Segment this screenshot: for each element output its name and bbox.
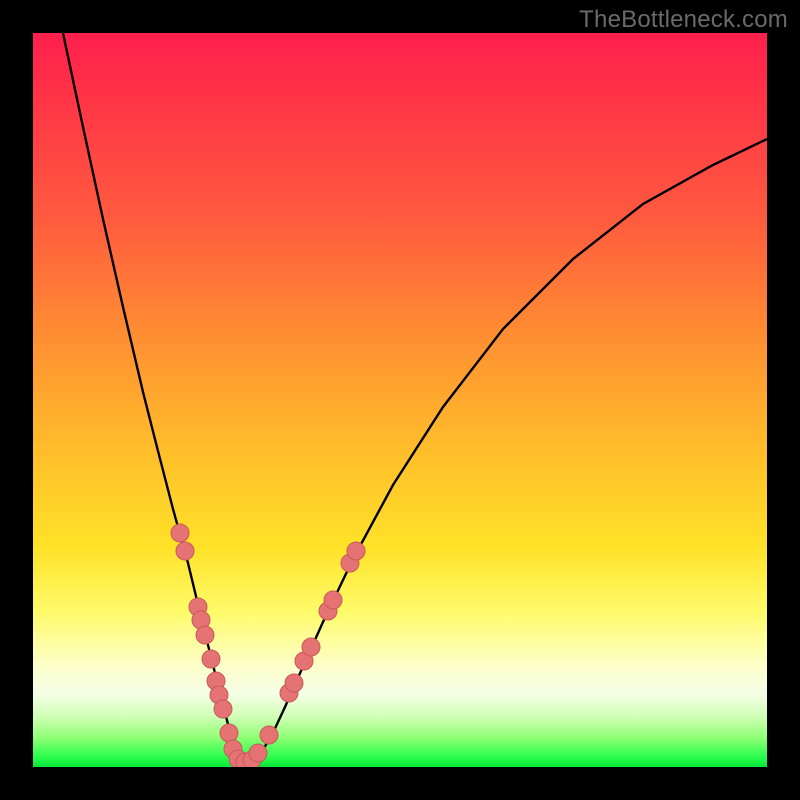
curve-marker <box>260 726 278 744</box>
curve-marker <box>249 744 267 762</box>
curve-marker <box>214 700 232 718</box>
curve-marker <box>285 674 303 692</box>
watermark-text: TheBottleneck.com <box>579 6 788 34</box>
bottleneck-curve <box>63 33 767 763</box>
curve-marker <box>302 638 320 656</box>
curve-marker <box>347 542 365 560</box>
plot-area <box>33 33 767 767</box>
curve-marker <box>171 524 189 542</box>
curve-marker <box>324 591 342 609</box>
chart-svg <box>33 33 767 767</box>
curve-marker <box>176 542 194 560</box>
curve-marker <box>220 724 238 742</box>
curve-marker <box>202 650 220 668</box>
curve-marker <box>196 626 214 644</box>
chart-frame: TheBottleneck.com <box>0 0 800 800</box>
highlighted-points-group <box>171 524 365 767</box>
